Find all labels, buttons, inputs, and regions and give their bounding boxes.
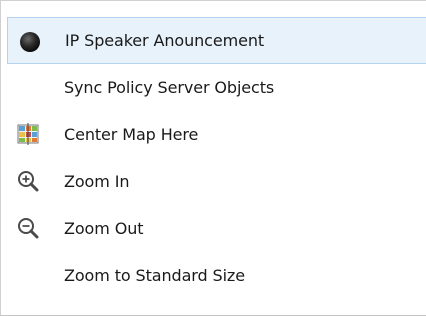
menu-item-label: Zoom In — [64, 172, 130, 191]
speaker-icon — [8, 17, 48, 64]
context-menu: IP Speaker Anouncement Sync Policy Serve… — [0, 0, 426, 316]
menu-item-label: Sync Policy Server Objects — [64, 78, 275, 97]
menu-item-label: Zoom to Standard Size — [64, 266, 245, 285]
menu-item-label: Center Map Here — [64, 125, 199, 144]
menu-item-sync-policy-server-objects[interactable]: Sync Policy Server Objects — [7, 64, 426, 111]
zoom-in-icon — [7, 158, 47, 205]
menu-item-center-map-here[interactable]: Center Map Here — [7, 111, 426, 158]
menu-item-zoom-to-standard-size[interactable]: Zoom to Standard Size — [7, 252, 426, 299]
menu-item-label: Zoom Out — [64, 219, 144, 238]
menu-item-zoom-out[interactable]: Zoom Out — [7, 205, 426, 252]
zoom-out-icon — [7, 205, 47, 252]
menu-item-label: IP Speaker Anouncement — [65, 31, 265, 50]
map-icon — [7, 111, 47, 158]
menu-item-zoom-in[interactable]: Zoom In — [7, 158, 426, 205]
menu-item-ip-speaker-announcement[interactable]: IP Speaker Anouncement — [7, 17, 426, 64]
